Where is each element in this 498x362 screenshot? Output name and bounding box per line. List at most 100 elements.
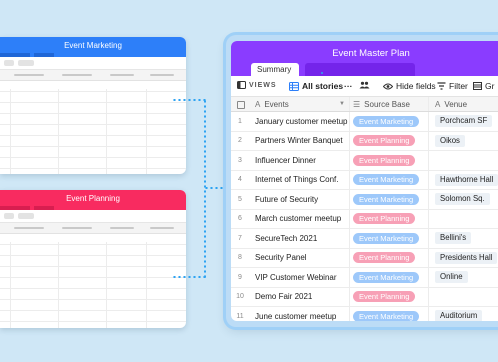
event-name-cell[interactable]: SecureTech 2021 [255,229,349,248]
source-base-tag: Event Marketing [353,310,420,321]
table-row[interactable]: 11 June customer meetup Event Marketing Aud… [231,307,498,321]
records-grid: A Events ▼ ☰ Source Base A Venue 1 Januar… [231,97,498,321]
venue-cell[interactable] [428,151,498,170]
event-planning-card[interactable]: Event Planning [0,190,186,328]
event-name-cell[interactable]: June customer meetup [255,307,349,321]
venue-cell[interactable] [428,287,498,306]
filter-icon [437,82,446,90]
event-planning-title: Event Planning [66,194,120,203]
source-base-cell[interactable]: Event Planning [349,287,431,306]
table-row[interactable]: 6 March customer meetup Event Planning [231,209,498,229]
grid-view-icon [289,81,299,91]
source-base-cell[interactable]: Event Planning [349,248,431,267]
mini-row [0,147,186,158]
filter-label: Filter [449,81,468,91]
hide-fields-button[interactable]: Hide fields [383,81,436,91]
event-planning-header: Event Planning [0,190,186,210]
venue-cell[interactable] [428,209,498,228]
venue-cell[interactable]: Solomon Sq. [428,190,498,209]
event-master-plan-window[interactable]: Event Master Plan Summary VIEWS All stor… [231,41,498,321]
tab-summary[interactable]: Summary [251,63,299,76]
source-base-cell[interactable]: Event Marketing [349,112,431,131]
venue-cell[interactable]: Hawthorne Hall [428,170,498,189]
mini-row [0,169,186,174]
row-number: 1 [238,117,242,125]
tab-unnamed[interactable] [353,63,415,76]
select-all-checkbox[interactable] [237,101,245,109]
group-button[interactable]: Gr [473,81,494,91]
venue-tag: Solomon Sq. [435,193,490,206]
table-row[interactable]: 2 Partners Winter Banquet Event Planning Oi… [231,131,498,151]
column-header-venue[interactable]: A Venue [428,97,498,111]
source-base-cell[interactable]: Event Marketing [349,268,431,287]
venue-cell[interactable]: Auditorium [428,307,498,321]
venue-tag: Auditorium [435,310,483,321]
grid-body: 1 January customer meetup Event Marketing P… [231,112,498,321]
source-base-tag: Event Planning [353,154,416,166]
mini-row [0,289,186,300]
source-base-cell[interactable]: Event Planning [349,209,431,228]
mini-toolbar [0,210,186,223]
mini-row [0,81,186,92]
column-header-events[interactable]: A Events ▼ [255,97,349,111]
more-options-button[interactable]: ··· [344,81,353,91]
table-row[interactable]: 7 SecureTech 2021 Event Marketing Bellini's [231,229,498,249]
row-number: 8 [238,254,242,262]
group-icon [473,82,482,90]
event-name-cell[interactable]: Security Panel [255,249,349,268]
venue-cell[interactable]: Oikos [428,131,498,150]
table-row[interactable]: 9 VIP Customer Webinar Event Marketing Onli… [231,268,498,288]
venue-tag: Porchcam SF [435,115,493,128]
column-header-source-base[interactable]: ☰ Source Base [349,97,431,111]
source-base-tag: Event Planning [353,252,416,264]
source-base-cell[interactable]: Event Marketing [349,170,431,189]
event-marketing-card[interactable]: Event Marketing [0,37,186,174]
source-base-cell[interactable]: Event Marketing [349,229,431,248]
source-base-cell[interactable]: Event Planning [349,151,431,170]
venue-tag: Online [435,271,468,284]
venue-cell[interactable]: Porchcam SF [428,112,498,131]
source-base-cell[interactable]: Event Marketing [349,190,431,209]
mini-row [0,136,186,147]
sidebar-icon [237,81,246,89]
mini-row [0,158,186,169]
source-base-cell[interactable]: Event Planning [349,131,431,150]
event-name-cell[interactable]: Demo Fair 2021 [255,288,349,307]
chevron-down-icon: ▼ [339,101,345,107]
master-plan-title: Event Master Plan [332,48,410,59]
event-name-cell[interactable]: January customer meetup [255,112,349,131]
tab-unnamed[interactable] [305,63,359,76]
source-base-cell[interactable]: Event Marketing [349,307,431,321]
mini-toolbar [0,57,186,70]
views-toggle[interactable]: VIEWS [237,81,277,89]
table-row[interactable]: 4 Internet of Things Conf. Event Marketing… [231,170,498,190]
venue-cell[interactable]: Presidents Hall [428,248,498,267]
source-base-tag: Event Marketing [353,193,420,205]
table-row[interactable]: 10 Demo Fair 2021 Event Planning [231,287,498,307]
event-name-cell[interactable]: March customer meetup [255,210,349,229]
venue-tag: Oikos [435,134,465,147]
mini-row [0,278,186,289]
indicator-dot [321,72,323,74]
view-toolbar: VIEWS All stories ··· Hide fields Filter… [231,76,498,97]
table-row[interactable]: 3 Influencer Dinner Event Planning [231,151,498,171]
row-number: 7 [238,234,242,242]
event-name-cell[interactable]: Internet of Things Conf. [255,171,349,190]
filter-button[interactable]: Filter [437,81,468,91]
event-name-cell[interactable]: Influencer Dinner [255,151,349,170]
venue-cell[interactable]: Online [428,268,498,287]
mini-header-row [0,70,186,81]
event-name-cell[interactable]: Future of Security [255,190,349,209]
event-name-cell[interactable]: VIP Customer Webinar [255,268,349,287]
table-row[interactable]: 1 January customer meetup Event Marketing P… [231,112,498,132]
view-switcher[interactable]: All stories [289,81,343,91]
sync-connector-line [172,276,206,278]
table-row[interactable]: 5 Future of Security Event Marketing Solomo… [231,190,498,210]
event-name-cell[interactable]: Partners Winter Banquet [255,132,349,151]
master-plan-header: Event Master Plan Summary [231,41,498,76]
row-number: 2 [238,137,242,145]
venue-cell[interactable]: Bellini's [428,229,498,248]
table-row[interactable]: 8 Security Panel Event Planning Presidents … [231,248,498,268]
source-base-tag: Event Marketing [353,232,420,244]
collaborators-button[interactable] [359,81,373,89]
